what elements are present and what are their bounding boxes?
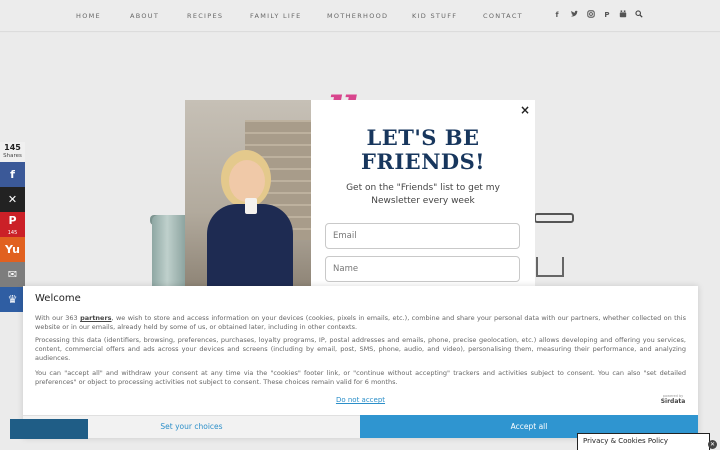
consent-paragraph-1: With our 363 partners, we wish to store … [35,314,686,332]
photo-coffee-cup [245,198,257,214]
share-count: 145 [4,143,21,152]
email-icon: ✉ [7,268,18,281]
modal-subtitle: Get on the "Friends" list to get my News… [346,183,500,206]
share-bar: 145 Shares f ✕ P 145 Yu ✉ ♛ [0,142,25,312]
newsletter-modal: × LET'S BE FRIENDS! Get on the "Friends"… [185,100,535,286]
consent-text: , we wish to store and access informatio… [35,314,686,331]
photo-sweater [207,204,293,286]
nav-family-life[interactable]: FAMILY LIFE [250,12,302,20]
consent-title: Welcome [35,293,81,304]
share-label: Shares [3,153,22,159]
x-icon: ✕ [7,193,18,206]
cookie-consent-dialog: Welcome With our 363 partners, we wish t… [23,286,698,438]
search-icon[interactable] [634,10,644,20]
facebook-icon[interactable]: f [552,10,562,20]
pinterest-share-count: 145 [7,230,18,236]
modal-title: LET'S BE FRIENDS! [361,125,485,174]
consent-paragraph-3: You can "accept all" and withdraw your c… [35,369,686,386]
partners-link[interactable]: partners [80,314,111,322]
page-button-fragment [10,419,88,439]
product-image [534,213,574,223]
facebook-share-button[interactable]: f [0,162,25,187]
nav-contact[interactable]: CONTACT [483,12,523,20]
top-navigation: HOME ABOUT RECIPES FAMILY LIFE MOTHERHOO… [0,0,720,32]
nav-recipes[interactable]: RECIPES [187,12,223,20]
email-field[interactable] [325,223,520,249]
nav-motherhood[interactable]: MOTHERHOOD [327,12,388,20]
x-share-button[interactable]: ✕ [0,187,25,212]
do-not-accept-link[interactable]: Do not accept [23,396,698,404]
instagram-icon[interactable] [586,10,596,20]
close-icon[interactable]: ✕ [708,440,717,449]
youtube-icon[interactable] [618,10,628,20]
consent-text: With our 363 [35,314,81,322]
facebook-icon: f [10,168,15,181]
blogger-photo [185,100,311,286]
pinterest-icon: P [8,214,17,227]
yummly-share-button[interactable]: Yu [0,237,25,262]
nav-about[interactable]: ABOUT [130,12,159,20]
pinterest-share-button[interactable]: P 145 [0,212,25,237]
sirdata-logo: Sirdata [660,398,686,405]
product-image-part [536,257,564,277]
share-total: 145 Shares [0,142,25,162]
privacy-cookies-policy-link[interactable]: Privacy & Cookies Policy [577,433,710,450]
pinterest-icon[interactable]: P [602,10,612,20]
twitter-icon[interactable] [569,10,579,20]
powered-by-badge: powered by Sirdata [659,394,687,405]
grow-share-button[interactable]: ♛ [0,287,25,312]
yummly-icon: Yu [5,243,20,256]
nav-home[interactable]: HOME [76,12,101,20]
nav-kid-stuff[interactable]: KID STUFF [412,12,457,20]
close-icon[interactable]: × [518,103,532,117]
consent-paragraph-2: Processing this data (identifiers, brows… [35,336,686,362]
grow-icon: ♛ [7,293,18,306]
email-share-button[interactable]: ✉ [0,262,25,287]
photo-face [229,160,265,202]
name-field[interactable] [325,256,520,282]
